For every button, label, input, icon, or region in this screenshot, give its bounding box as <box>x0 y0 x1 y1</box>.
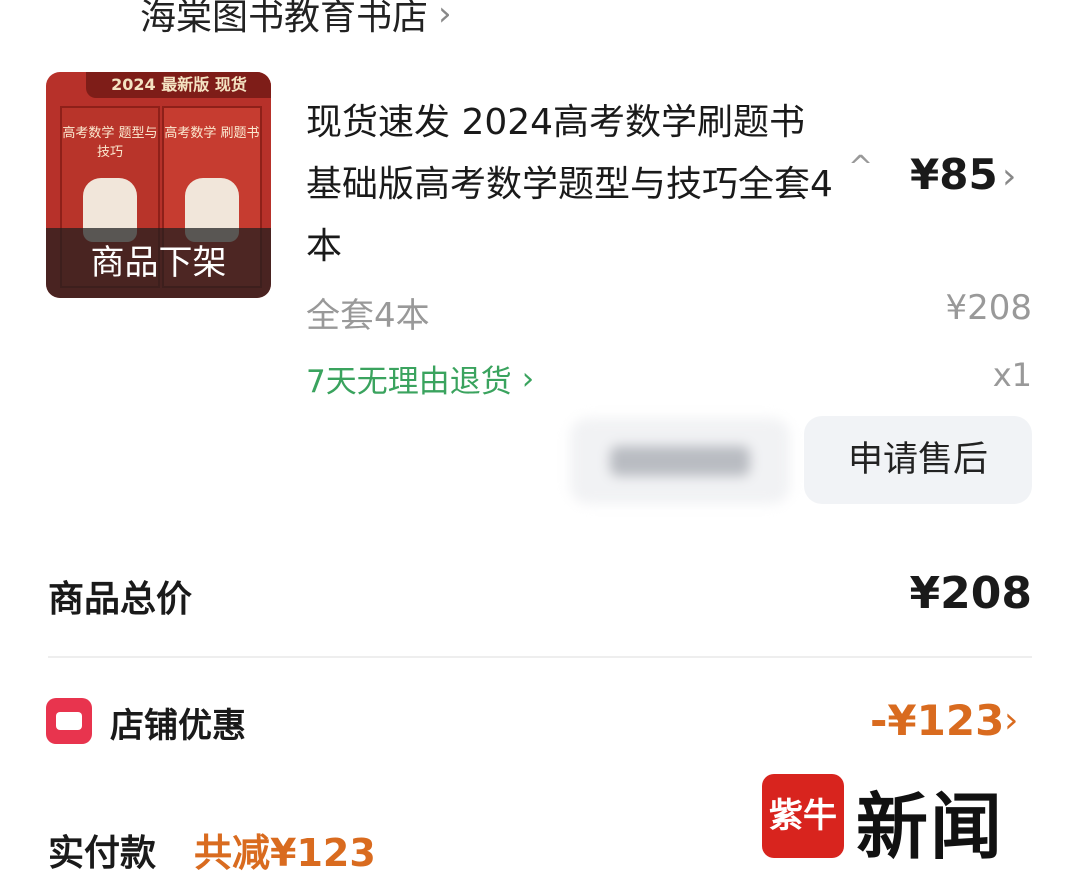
quantity: x1 <box>992 356 1032 394</box>
store-coupon-icon <box>46 698 92 744</box>
chevron-right-icon[interactable]: › <box>1004 700 1018 741</box>
actual-payment-label: 实付款 <box>48 833 157 874</box>
shop-header[interactable]: 海棠图书教育书店 › <box>140 0 452 40</box>
order-detail-page: 海棠图书教育书店 › 高考数学 题型与技巧 高考数学 刷题书 2024 最新版 … <box>0 0 1080 893</box>
total-discount: 共减¥123 <box>194 831 376 875</box>
product-price: ¥85 <box>910 150 998 199</box>
chevron-right-icon: › <box>521 360 535 397</box>
return-policy-link[interactable]: 7天无理由退货 › <box>306 356 534 401</box>
store-coupon-label: 店铺优惠 <box>110 706 246 746</box>
original-price: ¥208 <box>945 288 1032 328</box>
product-thumbnail[interactable]: 高考数学 题型与技巧 高考数学 刷题书 2024 最新版 现货 商品下架 <box>46 72 271 298</box>
thumb-banner: 2024 最新版 现货 <box>86 72 271 98</box>
delisted-overlay: 商品下架 <box>46 228 271 298</box>
watermark-logo: 紫牛 <box>762 774 844 858</box>
divider <box>48 656 1032 658</box>
product-spec: 全套4本 <box>306 296 430 336</box>
total-price-value: ¥208 <box>909 568 1032 619</box>
chevron-right-icon: › <box>438 0 452 34</box>
blurred-button[interactable] <box>570 418 790 504</box>
after-sale-button[interactable]: 申请售后 <box>804 416 1032 504</box>
store-coupon-value[interactable]: -¥123 <box>870 696 1004 745</box>
chevron-up-icon[interactable]: ^ <box>848 150 873 185</box>
shop-name: 海棠图书教育书店 <box>140 0 429 38</box>
watermark-text: 新闻 <box>856 784 1005 869</box>
total-price-label: 商品总价 <box>48 579 193 620</box>
chevron-right-icon[interactable]: › <box>1002 156 1016 197</box>
product-title[interactable]: 现货速发 2024高考数学刷题书基础版高考数学题型与技巧全套4本 <box>306 92 836 278</box>
